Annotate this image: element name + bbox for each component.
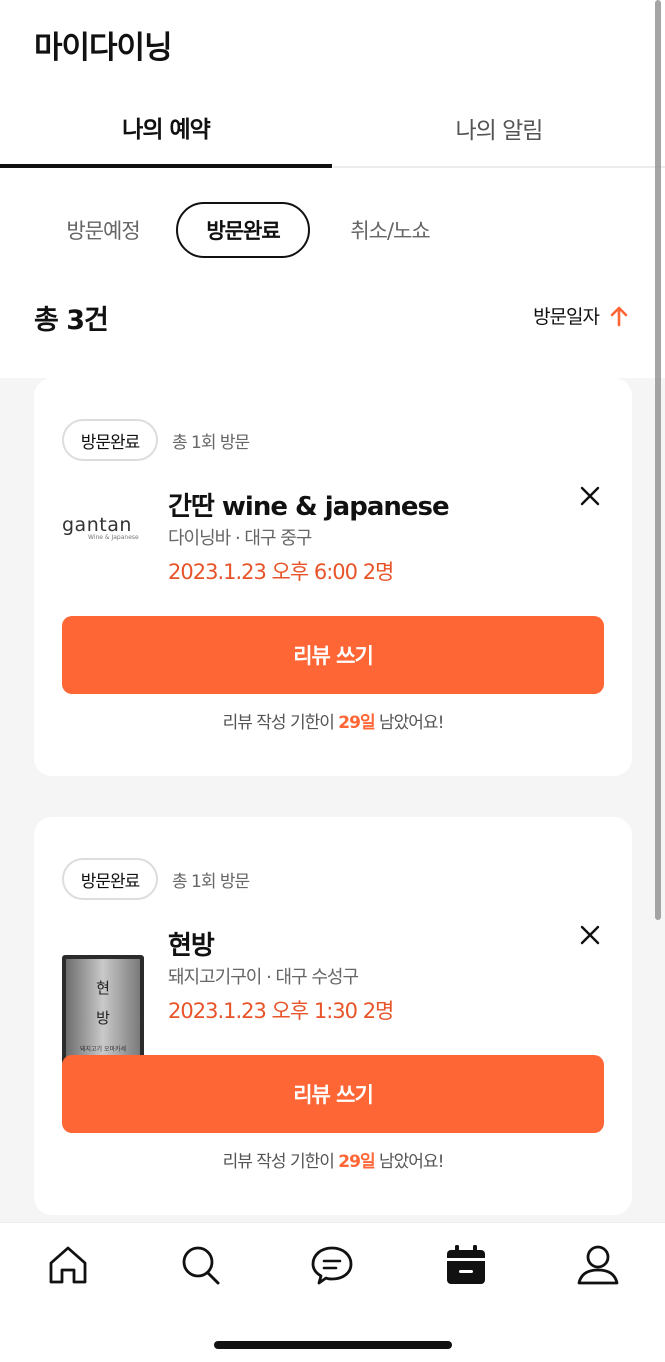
- deadline-prefix: 리뷰 작성 기한이: [222, 713, 339, 733]
- deadline-suffix: 남았어요!: [374, 1152, 444, 1172]
- reservation-datetime: 2023.1.23 오후 6:00 2명: [168, 560, 394, 584]
- nav-reservations[interactable]: [444, 1243, 488, 1287]
- nav-search[interactable]: [178, 1243, 222, 1287]
- restaurant-thumbnail: 현 방 돼지고기 오마카세: [62, 955, 144, 1065]
- logo-subtext: Wine & Japanese: [88, 534, 139, 541]
- reservation-card: 방문완료 총 1회 방문 현 방 돼지고기 오마카세 현방 돼지고기구이 · 대…: [34, 817, 632, 1215]
- arrow-up-icon: [610, 306, 628, 326]
- filter-bar: 방문예정 방문완료 취소/노쇼 총 3건 방문일자: [0, 168, 665, 378]
- reservation-card: 방문완료 총 1회 방문 gantan Wine & Japanese 간딴 w…: [34, 378, 632, 776]
- close-icon[interactable]: [578, 923, 602, 947]
- top-header: 마이다이닝 나의 예약 나의 알림: [0, 0, 665, 168]
- visit-count: 총 1회 방문: [172, 433, 250, 453]
- restaurant-name[interactable]: 간딴 wine & japanese: [168, 486, 450, 523]
- nav-chat[interactable]: [310, 1243, 354, 1287]
- home-indicator: [214, 1341, 452, 1349]
- logo-text: gantan: [62, 514, 132, 536]
- reservation-datetime: 2023.1.23 오후 1:30 2명: [168, 999, 394, 1023]
- profile-icon: [577, 1245, 619, 1285]
- deadline-suffix: 남았어요!: [374, 713, 444, 733]
- calendar-icon: [447, 1245, 485, 1284]
- filter-visited[interactable]: 방문완료: [176, 202, 310, 258]
- sort-label: 방문일자: [533, 306, 600, 328]
- restaurant-meta: 돼지고기구이 · 대구 수성구: [168, 967, 359, 988]
- deadline-prefix: 리뷰 작성 기한이: [222, 1152, 339, 1172]
- visit-count: 총 1회 방문: [172, 872, 250, 892]
- scrollbar[interactable]: [655, 0, 661, 920]
- status-badge: 방문완료: [62, 858, 158, 900]
- tab-bar: 나의 예약 나의 알림: [0, 90, 665, 168]
- chat-icon: [311, 1246, 353, 1285]
- review-deadline: 리뷰 작성 기한이 29일 남았어요!: [34, 708, 632, 733]
- write-review-button[interactable]: 리뷰 쓰기: [62, 1055, 604, 1133]
- search-icon: [182, 1246, 220, 1285]
- deadline-days: 29일: [338, 713, 375, 733]
- tab-my-notifications[interactable]: 나의 알림: [333, 90, 665, 168]
- nav-home[interactable]: [46, 1243, 90, 1287]
- restaurant-name[interactable]: 현방: [168, 925, 215, 962]
- write-review-button[interactable]: 리뷰 쓰기: [62, 616, 604, 694]
- restaurant-meta: 다이닝바 · 대구 중구: [168, 528, 312, 549]
- home-icon: [49, 1246, 87, 1284]
- bottom-nav: [0, 1222, 665, 1362]
- nav-profile[interactable]: [576, 1243, 620, 1287]
- sort-button[interactable]: 방문일자: [533, 302, 629, 329]
- thumb-char-1: 현: [96, 979, 110, 997]
- filter-cancelled[interactable]: 취소/노쇼: [330, 202, 450, 258]
- thumb-char-2: 방: [96, 1009, 110, 1027]
- tab-my-reservations[interactable]: 나의 예약: [0, 90, 332, 168]
- page-title: 마이다이닝: [34, 30, 173, 66]
- close-icon[interactable]: [578, 484, 602, 508]
- filter-upcoming[interactable]: 방문예정: [48, 202, 158, 258]
- status-badge: 방문완료: [62, 419, 158, 461]
- total-count: 총 3건: [34, 305, 109, 336]
- review-deadline: 리뷰 작성 기한이 29일 남았어요!: [34, 1147, 632, 1172]
- restaurant-logo: gantan Wine & Japanese: [62, 514, 144, 544]
- thumb-caption: 돼지고기 오마카세: [80, 1045, 126, 1053]
- deadline-days: 29일: [338, 1152, 375, 1172]
